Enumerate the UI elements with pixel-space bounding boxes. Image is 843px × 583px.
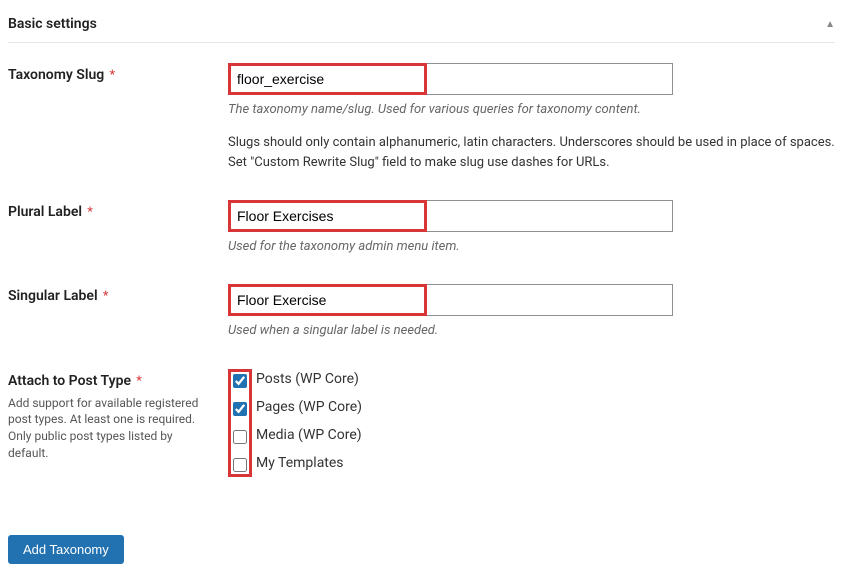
input-col-post-types: Posts (WP Core) Pages (WP Core) Media (W… [228, 369, 835, 477]
label-col-plural: Plural Label * [8, 200, 228, 220]
checkbox-labels: Posts (WP Core) Pages (WP Core) Media (W… [256, 369, 362, 472]
row-post-types: Attach to Post Type * Add support for av… [8, 369, 835, 477]
plural-label-input[interactable] [231, 203, 424, 229]
post-types-help: Add support for available registered pos… [8, 395, 228, 462]
label-col-singular: Singular Label * [8, 284, 228, 304]
checkbox-label-posts: Posts (WP Core) [256, 371, 362, 388]
required-asterisk: * [103, 289, 109, 304]
plural-description: Used for the taxonomy admin menu item. [228, 238, 835, 256]
row-taxonomy-slug: Taxonomy Slug * The taxonomy name/slug. … [8, 63, 835, 172]
required-asterisk: * [109, 68, 115, 83]
checkbox-label-pages: Pages (WP Core) [256, 399, 362, 416]
slug-input-wrapper [228, 63, 673, 95]
required-asterisk: * [87, 205, 93, 220]
highlight-box [228, 369, 252, 477]
input-col-plural: Used for the taxonomy admin menu item. [228, 200, 835, 256]
panel-header: Basic settings ▲ [8, 8, 835, 43]
slug-extra-info: Slugs should only contain alphanumeric, … [228, 133, 835, 172]
input-remainder[interactable] [427, 200, 673, 232]
singular-description: Used when a singular label is needed. [228, 322, 835, 340]
label-taxonomy-slug: Taxonomy Slug [8, 67, 104, 83]
checkbox-label-media: Media (WP Core) [256, 427, 362, 444]
slug-description: The taxonomy name/slug. Used for various… [228, 101, 835, 119]
input-remainder[interactable] [427, 284, 673, 316]
label-col-slug: Taxonomy Slug * [8, 63, 228, 83]
input-col-slug: The taxonomy name/slug. Used for various… [228, 63, 835, 172]
highlight-box [228, 284, 427, 316]
panel-title: Basic settings [8, 16, 97, 32]
highlight-box [228, 200, 427, 232]
input-col-singular: Used when a singular label is needed. [228, 284, 835, 340]
row-singular-label: Singular Label * Used when a singular la… [8, 284, 835, 340]
add-taxonomy-button[interactable]: Add Taxonomy [8, 535, 124, 564]
row-plural-label: Plural Label * Used for the taxonomy adm… [8, 200, 835, 256]
label-plural: Plural Label [8, 204, 82, 220]
label-singular: Singular Label [8, 288, 98, 304]
post-types-checkbox-group: Posts (WP Core) Pages (WP Core) Media (W… [228, 369, 835, 477]
checkbox-media[interactable] [233, 430, 247, 444]
basic-settings-panel: Basic settings ▲ Taxonomy Slug * The tax… [8, 8, 835, 564]
plural-input-wrapper [228, 200, 673, 232]
highlight-box [228, 63, 427, 95]
taxonomy-slug-input[interactable] [231, 66, 424, 92]
label-post-types: Attach to Post Type [8, 373, 131, 389]
label-col-post-types: Attach to Post Type * Add support for av… [8, 369, 228, 462]
required-asterisk: * [136, 374, 142, 389]
checkbox-pages[interactable] [233, 402, 247, 416]
singular-input-wrapper [228, 284, 673, 316]
input-remainder[interactable] [427, 63, 673, 95]
checkbox-my-templates[interactable] [233, 458, 247, 472]
singular-label-input[interactable] [231, 287, 424, 313]
checkbox-label-templates: My Templates [256, 455, 362, 472]
collapse-toggle-icon[interactable]: ▲ [825, 19, 835, 30]
checkbox-posts[interactable] [233, 374, 247, 388]
